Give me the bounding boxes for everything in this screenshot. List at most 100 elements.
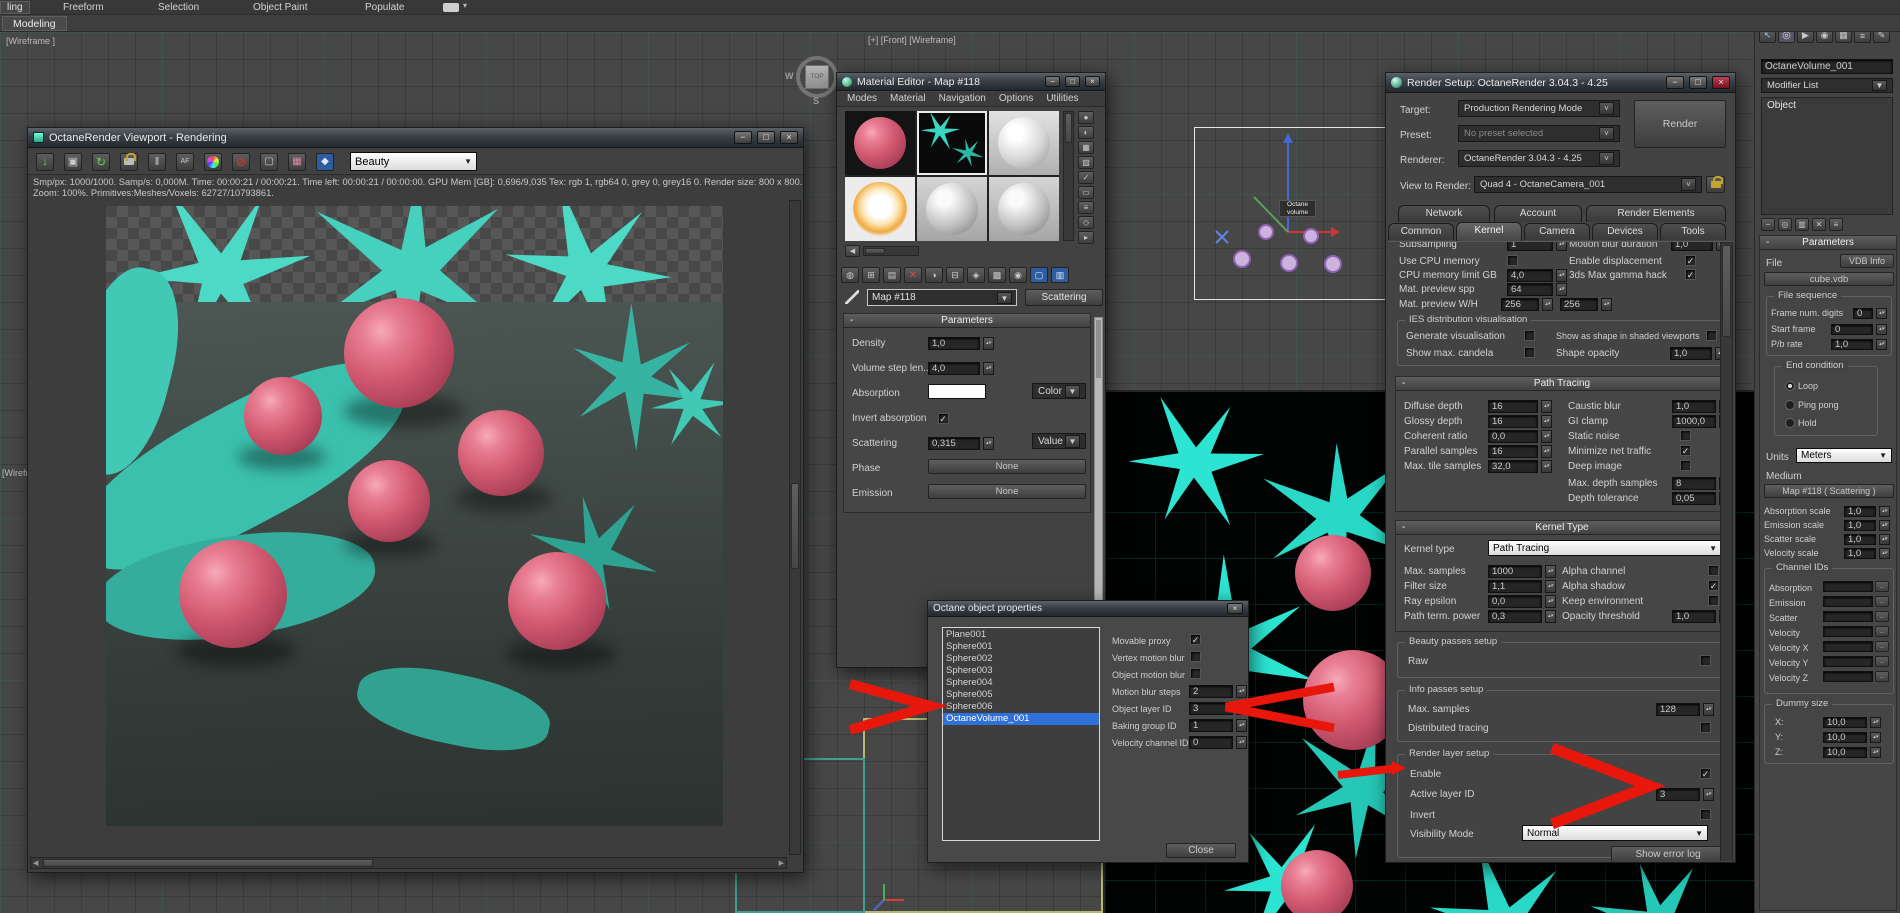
- volume-step-field[interactable]: 4,0: [928, 361, 980, 375]
- show-as-shape-checkbox[interactable]: [1706, 330, 1717, 341]
- pause-render-icon[interactable]: ‖: [148, 152, 166, 171]
- assign-material-icon[interactable]: ▤: [883, 267, 901, 283]
- tab-tools[interactable]: Tools: [1660, 223, 1726, 240]
- texture-tile-icon[interactable]: ▩: [988, 267, 1006, 283]
- menu-navigation[interactable]: Navigation: [939, 93, 986, 106]
- options-icon[interactable]: ≡: [1078, 201, 1094, 214]
- preset-dropdown[interactable]: No preset selected ˅: [1458, 125, 1620, 142]
- use-cpu-memory-checkbox[interactable]: [1507, 255, 1518, 266]
- subsampling-field[interactable]: 1: [1507, 242, 1553, 251]
- list-item[interactable]: Sphere005: [943, 689, 1099, 701]
- show-error-log-button[interactable]: Show error log: [1611, 846, 1725, 861]
- modifier-stack[interactable]: Object: [1761, 97, 1893, 215]
- max-depth-samples-field[interactable]: 8: [1672, 476, 1716, 490]
- emission-button[interactable]: None: [928, 484, 1086, 499]
- depth-tolerance-field[interactable]: 0,05: [1672, 491, 1716, 505]
- close-button[interactable]: ×: [1085, 76, 1100, 87]
- emi-spinner[interactable]: ▴▾: [1879, 519, 1890, 531]
- rollout-header[interactable]: - Kernel Type: [1396, 521, 1728, 535]
- cpu-memory-limit-field[interactable]: 4,0: [1507, 268, 1553, 282]
- scattering-spinner[interactable]: ▴▾: [983, 436, 994, 450]
- list-item[interactable]: Sphere001: [943, 641, 1099, 653]
- velocity-y-channel-pick-button[interactable]: ..: [1875, 656, 1889, 667]
- vdb-info-button[interactable]: VDB Info: [1840, 254, 1894, 268]
- object-layer-id-spinner[interactable]: ▴▾: [1236, 701, 1247, 715]
- maximize-button[interactable]: □: [1065, 76, 1080, 87]
- material-id-icon[interactable]: ◈: [967, 267, 985, 283]
- shape-opacity-field[interactable]: 1,0: [1670, 346, 1712, 360]
- raw-checkbox[interactable]: [1700, 655, 1711, 666]
- show-in-viewport-icon[interactable]: ▢: [1030, 267, 1048, 283]
- render-button[interactable]: Render: [1634, 100, 1726, 148]
- distributed-tracing-checkbox[interactable]: [1700, 722, 1711, 733]
- enable-checkbox[interactable]: ✓: [1700, 768, 1711, 779]
- top-view-sphere[interactable]: [1303, 228, 1319, 244]
- x-spinner[interactable]: ▴▾: [1870, 716, 1881, 728]
- tab-kernel[interactable]: Kernel: [1456, 222, 1522, 241]
- alpha-channel-checkbox[interactable]: [1708, 565, 1719, 576]
- renderer-dropdown[interactable]: OctaneRender 3.04.3 - 4.25 ˅: [1458, 150, 1620, 167]
- kernel-type-dropdown[interactable]: Path Tracing ▼: [1488, 540, 1722, 556]
- y-spinner[interactable]: ▴▾: [1870, 731, 1881, 743]
- backlight-icon[interactable]: ◐: [1078, 126, 1094, 139]
- get-material-icon[interactable]: ◍: [841, 267, 859, 283]
- scroll-left-icon[interactable]: ◀: [33, 859, 38, 867]
- emission-scale-field[interactable]: 1,0: [1844, 519, 1876, 531]
- slots-vertical-scrollbar[interactable]: [1063, 111, 1074, 241]
- sample-slot[interactable]: [989, 177, 1059, 241]
- absorption-scale-field[interactable]: 1,0: [1844, 505, 1876, 517]
- digits-spinner[interactable]: ▴▾: [1876, 307, 1887, 319]
- ribbon-tab-object-paint[interactable]: Object Paint: [253, 2, 307, 13]
- pb-rate-field[interactable]: 1,0: [1831, 338, 1873, 350]
- ray-spinner[interactable]: ▴▾: [1545, 594, 1556, 608]
- pin-stack-icon[interactable]: −: [1761, 218, 1775, 231]
- viewport-horizontal-scrollbar[interactable]: ◀ ▶: [30, 857, 787, 869]
- baking-group-id-spinner[interactable]: ▴▾: [1236, 718, 1247, 732]
- ribbon-tab-modeling-partial[interactable]: ling: [0, 1, 30, 14]
- movable-proxy-checkbox[interactable]: ✓: [1190, 634, 1201, 645]
- tab-network[interactable]: Network: [1398, 205, 1490, 222]
- menu-modes[interactable]: Modes: [847, 93, 877, 106]
- list-item[interactable]: Sphere004: [943, 677, 1099, 689]
- generate-preview-icon[interactable]: ▭: [1078, 186, 1094, 199]
- sample-slot-active[interactable]: [917, 111, 987, 175]
- viewport-label-wireframe[interactable]: [Wireframe ]: [6, 36, 55, 46]
- invert-checkbox[interactable]: [1700, 809, 1711, 820]
- max-tile-samples-field[interactable]: 32,0: [1488, 459, 1538, 473]
- max-samples-field[interactable]: 1000: [1488, 564, 1542, 578]
- visibility-mode-dropdown[interactable]: Normal ▼: [1522, 825, 1708, 841]
- top-view-sphere[interactable]: [1324, 255, 1342, 273]
- top-view-sphere[interactable]: [1233, 250, 1251, 268]
- tab-account[interactable]: Account: [1494, 205, 1582, 222]
- velocity-x-channel-pick-button[interactable]: ..: [1875, 641, 1889, 652]
- viewport-label-front[interactable]: [+] [Front] [Wireframe]: [868, 35, 956, 45]
- target-dropdown[interactable]: Production Rendering Mode ˅: [1458, 100, 1620, 117]
- vertex-motion-blur-checkbox[interactable]: [1190, 651, 1201, 662]
- absorption-channel-field[interactable]: [1823, 581, 1873, 592]
- rollout-header[interactable]: - Parameters: [844, 314, 1090, 328]
- tab-camera[interactable]: Camera: [1524, 223, 1590, 240]
- scatter-scale-field[interactable]: 1,0: [1844, 533, 1876, 545]
- scattering-field[interactable]: 0,315: [928, 436, 980, 450]
- modeling-tab[interactable]: Modeling: [2, 16, 67, 31]
- coherent-spinner[interactable]: ▴▾: [1541, 429, 1552, 443]
- sample-type-icon[interactable]: ●: [1078, 111, 1094, 124]
- object-properties-titlebar[interactable]: Octane object properties ×: [928, 601, 1248, 617]
- slot-scroll-left-icon[interactable]: ◀: [845, 245, 860, 257]
- sample-slot[interactable]: [917, 177, 987, 241]
- scrollbar-thumb[interactable]: [43, 859, 373, 867]
- object-list[interactable]: Plane001 Sphere001 Sphere002 Sphere003 S…: [942, 627, 1100, 841]
- save-render-icon[interactable]: ↓: [36, 152, 54, 171]
- scatter-channel-pick-button[interactable]: ..: [1875, 611, 1889, 622]
- baking-group-id-field[interactable]: 1: [1189, 718, 1233, 732]
- start-frame-field[interactable]: 0: [1831, 323, 1873, 335]
- stack-item-object[interactable]: Object: [1762, 98, 1892, 113]
- select-by-material-icon[interactable]: ◇: [1078, 216, 1094, 229]
- menu-material[interactable]: Material: [890, 93, 926, 106]
- emission-channel-field[interactable]: [1823, 596, 1873, 607]
- menu-options[interactable]: Options: [999, 93, 1033, 106]
- velocity-channel-pick-button[interactable]: ..: [1875, 626, 1889, 637]
- keep-environment-checkbox[interactable]: [1708, 595, 1719, 606]
- phase-button[interactable]: None: [928, 459, 1086, 474]
- generate-visualisation-checkbox[interactable]: [1524, 330, 1535, 341]
